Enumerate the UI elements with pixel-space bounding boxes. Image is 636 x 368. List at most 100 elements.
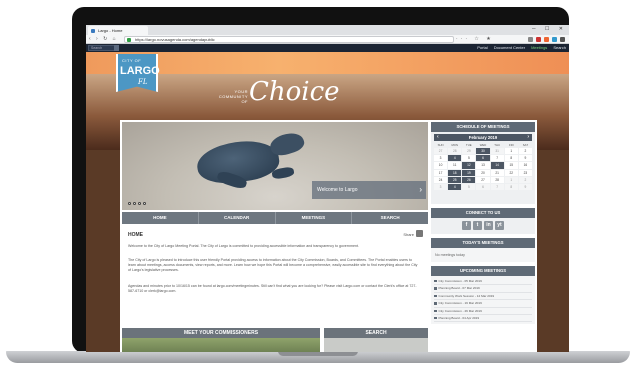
- pocket-icon[interactable]: [536, 37, 541, 42]
- calendar-day[interactable]: 10: [434, 162, 448, 169]
- search-icon[interactable]: [114, 45, 119, 51]
- commissioners-block[interactable]: MEET YOUR COMMISSIONERS: [122, 328, 320, 352]
- nav-search[interactable]: SEARCH: [352, 212, 428, 224]
- facebook-icon[interactable]: f: [462, 221, 471, 230]
- calendar-day[interactable]: 4: [448, 184, 462, 191]
- calendar-day[interactable]: 1: [504, 176, 518, 184]
- calendar-weekday: FRI: [509, 143, 514, 147]
- calendar-day[interactable]: 27: [434, 148, 448, 155]
- topnav-meetings[interactable]: Meetings: [531, 44, 547, 52]
- calendar-day[interactable]: 3: [434, 184, 448, 191]
- slider-dot[interactable]: [143, 202, 146, 205]
- sidebar: SCHEDULE OF MEETINGS ‹ February 2019 › S…: [431, 122, 535, 325]
- calendar-day[interactable]: 9: [518, 155, 532, 162]
- calendar-day[interactable]: 3: [434, 155, 448, 162]
- calendar-day[interactable]: 9: [518, 184, 532, 191]
- chevron-left-icon[interactable]: ‹: [437, 134, 439, 141]
- calendar-day[interactable]: 6: [476, 155, 490, 162]
- browser-toolbar: ‹ › ↻ ⌂ https://largo.novusagenda.com/ag…: [86, 35, 569, 44]
- search-block[interactable]: SEARCH: [324, 328, 428, 352]
- calendar-day[interactable]: 13: [476, 162, 490, 169]
- slider-dot[interactable]: [133, 202, 136, 205]
- calendar-weekday: WED: [479, 143, 487, 147]
- calendar-weekday: SAT: [522, 143, 529, 147]
- topnav-portal[interactable]: Portal: [477, 44, 487, 52]
- slider-dot[interactable]: [128, 202, 131, 205]
- account-icon[interactable]: [552, 37, 557, 42]
- upcoming-meeting-item[interactable]: City Commission - 19 Mar 2019: [434, 300, 532, 308]
- upcoming-meeting-item[interactable]: Community Work Session - 12 Mar 2019: [434, 293, 532, 301]
- calendar-day[interactable]: 17: [434, 169, 448, 176]
- calendar-day[interactable]: 16: [518, 162, 532, 169]
- calendar-day[interactable]: 20: [476, 169, 490, 176]
- url-input[interactable]: https://largo.novusagenda.com/agendapubl…: [124, 36, 454, 43]
- calendar-day[interactable]: 28: [448, 148, 462, 155]
- extension-icon[interactable]: [544, 37, 549, 42]
- chevron-right-icon[interactable]: ›: [419, 181, 422, 199]
- calendar-day[interactable]: 1: [504, 148, 518, 155]
- page-title: HOME: [128, 232, 143, 238]
- calendar-day[interactable]: 27: [476, 176, 490, 184]
- calendar-day[interactable]: 14: [490, 162, 504, 169]
- topnav-document-center[interactable]: Document Center: [494, 44, 525, 52]
- upcoming-meeting-item[interactable]: Planning Board - 04 Apr 2019: [434, 315, 532, 323]
- calendar-day[interactable]: 15: [504, 162, 518, 169]
- upcoming-meeting-item[interactable]: City Commission - 26 Mar 2019: [434, 308, 532, 316]
- logo-fl: FL: [138, 78, 148, 86]
- social-links: f t in yt: [431, 218, 535, 234]
- calendar-day[interactable]: 5: [462, 155, 476, 162]
- calendar-day[interactable]: 19: [462, 169, 476, 176]
- nav-meetings[interactable]: MEETINGS: [276, 212, 353, 224]
- menu-icon[interactable]: [560, 37, 565, 42]
- window-controls[interactable]: ─ ☐ ✕: [532, 26, 567, 32]
- calendar-day[interactable]: 21: [490, 169, 504, 176]
- search-block-photo: [324, 338, 428, 352]
- browser-tab[interactable]: Largo - Home: [88, 26, 148, 35]
- hero-caption[interactable]: Welcome to Largo ›: [312, 181, 426, 199]
- library-icon[interactable]: [528, 37, 533, 42]
- calendar-day[interactable]: 28: [490, 176, 504, 184]
- nav-home[interactable]: HOME: [122, 212, 199, 224]
- twitter-icon[interactable]: t: [473, 221, 482, 230]
- calendar-day[interactable]: 7: [490, 155, 504, 162]
- calendar-day[interactable]: 26: [462, 176, 476, 184]
- calendar-day[interactable]: 2: [518, 148, 532, 155]
- topnav-search[interactable]: Search: [553, 44, 566, 52]
- favicon-icon: [91, 28, 95, 33]
- calendar-day[interactable]: 24: [434, 176, 448, 184]
- today-text: No meetings today: [431, 248, 535, 262]
- browser-titlebar: Largo - Home ─ ☐ ✕: [86, 25, 569, 35]
- calendar-day[interactable]: 22: [504, 169, 518, 176]
- hero-slider[interactable]: Welcome to Largo ›: [122, 122, 428, 210]
- calendar-day[interactable]: 23: [518, 169, 532, 176]
- nav-buttons[interactable]: ‹ › ↻ ⌂: [89, 36, 118, 42]
- calendar-day[interactable]: 12: [462, 162, 476, 169]
- upcoming-meeting-item[interactable]: Planning Board - 07 Mar 2019: [434, 285, 532, 293]
- calendar-day[interactable]: 8: [504, 155, 518, 162]
- linkedin-icon[interactable]: in: [484, 221, 493, 230]
- calendar-day[interactable]: 4: [448, 155, 462, 162]
- calendar-day[interactable]: 7: [490, 184, 504, 191]
- calendar-day[interactable]: 30: [476, 148, 490, 155]
- logo-city-of: CITY OF: [122, 58, 142, 63]
- share-label[interactable]: Share: [403, 232, 414, 237]
- calendar-day[interactable]: 29: [462, 148, 476, 155]
- calendar-day[interactable]: 11: [448, 162, 462, 169]
- lock-icon: [127, 37, 131, 42]
- chevron-right-icon[interactable]: ›: [527, 134, 529, 141]
- nav-calendar[interactable]: CALENDAR: [199, 212, 276, 224]
- site-search-input[interactable]: Search: [88, 45, 116, 51]
- calendar-day[interactable]: 5: [462, 184, 476, 191]
- slider-dot[interactable]: [138, 202, 141, 205]
- youtube-icon[interactable]: yt: [495, 221, 504, 230]
- calendar-day[interactable]: 18: [448, 169, 462, 176]
- hero-caption-text: Welcome to Largo: [317, 187, 358, 193]
- share-icon[interactable]: [416, 230, 423, 237]
- calendar-day[interactable]: 31: [490, 148, 504, 155]
- calendar-day[interactable]: 2: [518, 176, 532, 184]
- calendar-day[interactable]: 25: [448, 176, 462, 184]
- calendar-day[interactable]: 6: [476, 184, 490, 191]
- calendar-day[interactable]: 8: [504, 184, 518, 191]
- upcoming-meeting-item[interactable]: City Commission - 05 Mar 2019: [434, 278, 532, 286]
- page-actions[interactable]: ··· ☆ ★: [456, 36, 494, 42]
